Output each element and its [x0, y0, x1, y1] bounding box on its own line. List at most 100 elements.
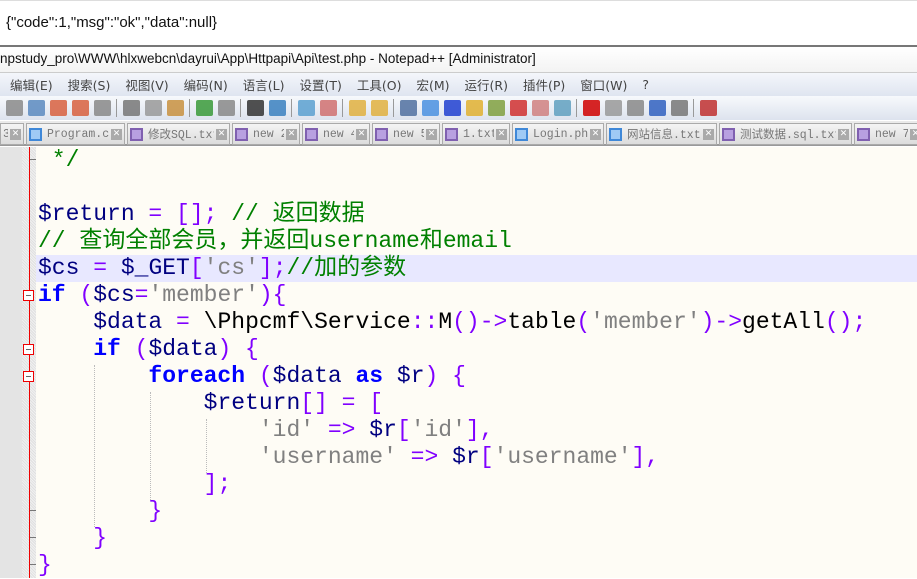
- undo-icon[interactable]: [195, 100, 213, 116]
- tab-label: Login.php: [533, 127, 588, 141]
- code-token: foreach: [148, 363, 246, 389]
- code-token: ) {: [217, 336, 259, 362]
- tab[interactable]: new 7✕: [854, 123, 917, 145]
- fold-toggle-icon[interactable]: [23, 371, 34, 382]
- code-token: (: [120, 336, 149, 362]
- cut-icon[interactable]: [122, 100, 140, 116]
- tab-close-icon[interactable]: ✕: [356, 128, 367, 140]
- fold-end-marker: [30, 564, 36, 565]
- tab[interactable]: 网站信息.txt ✕: [606, 123, 717, 145]
- folder-icon[interactable]: [531, 100, 549, 116]
- code-token: $r: [452, 444, 480, 470]
- json-response-text: {"code":1,"msg":"ok","data":null}: [6, 14, 218, 31]
- fold-toggle-icon[interactable]: [23, 344, 34, 355]
- sync-horizontal-icon[interactable]: [370, 100, 388, 116]
- tab[interactable]: 修改SQL.txt ✕: [127, 123, 230, 145]
- indent-guide: [94, 365, 95, 527]
- doc-map-icon[interactable]: [487, 100, 505, 116]
- code-editor[interactable]: */ $return = []; // 返回数据// 查询全部会员，并返回user…: [0, 147, 917, 578]
- code-token: $_GET: [120, 255, 190, 281]
- replace-icon[interactable]: [268, 100, 286, 116]
- menu-item[interactable]: 窗口(W): [580, 75, 627, 94]
- code-token: $return: [203, 390, 301, 416]
- tab-close-icon[interactable]: ✕: [590, 128, 601, 140]
- save-icon[interactable]: [5, 100, 23, 116]
- save-macro-icon[interactable]: [670, 100, 688, 116]
- code-token: 'member': [148, 282, 259, 308]
- indent-guide-icon[interactable]: [443, 100, 461, 116]
- fold-end-marker: [30, 159, 36, 160]
- tab-close-icon[interactable]: ✕: [910, 128, 917, 140]
- tab[interactable]: new 2✕: [232, 123, 300, 145]
- code-line: 'username' => $r['username'],: [36, 444, 917, 471]
- tab-close-icon[interactable]: ✕: [426, 128, 437, 140]
- save-all-icon[interactable]: [27, 100, 45, 116]
- zoom-in-icon[interactable]: [297, 100, 315, 116]
- show-all-chars-icon[interactable]: [421, 100, 439, 116]
- tab-label: 网站信息.txt: [627, 129, 701, 142]
- print-icon[interactable]: [93, 100, 111, 116]
- tab[interactable]: Login.php✕: [512, 123, 604, 145]
- tab[interactable]: 1.txt✕: [442, 123, 510, 145]
- menu-item[interactable]: 运行(R): [465, 75, 508, 94]
- tab-close-icon[interactable]: ✕: [286, 128, 297, 140]
- menu-item[interactable]: 搜索(S): [68, 75, 111, 94]
- tab[interactable]: 测试数据.sql.txt ✕: [719, 123, 852, 145]
- paste-icon[interactable]: [166, 100, 184, 116]
- redo-icon[interactable]: [217, 100, 235, 116]
- tab-label: 1.txt: [463, 127, 494, 141]
- toolbar-separator: [116, 99, 117, 117]
- tab[interactable]: Program.cs✕: [26, 123, 125, 145]
- fold-toggle-icon[interactable]: [23, 290, 34, 301]
- spell-check-icon[interactable]: [699, 100, 717, 116]
- zoom-out-icon[interactable]: [319, 100, 337, 116]
- word-wrap-icon[interactable]: [399, 100, 417, 116]
- menu-item[interactable]: 编辑(E): [10, 75, 53, 94]
- menu-item[interactable]: 插件(P): [523, 75, 565, 94]
- code-token: 'cs': [203, 255, 259, 281]
- menu-item[interactable]: 视图(V): [125, 75, 168, 94]
- tab[interactable]: 3✕: [0, 123, 24, 145]
- function-list-icon[interactable]: [509, 100, 527, 116]
- code-token: $r: [396, 363, 425, 389]
- menu-item[interactable]: ?: [642, 77, 649, 92]
- code-token: table: [507, 309, 577, 335]
- monitor-icon[interactable]: [553, 100, 571, 116]
- record-macro-icon[interactable]: [582, 100, 600, 116]
- code-token: ];: [258, 255, 287, 281]
- indent-guide: [206, 419, 207, 473]
- find-icon[interactable]: [246, 100, 264, 116]
- fold-end-marker: [30, 537, 36, 538]
- tab-label: new 7: [875, 127, 908, 141]
- code-line: 'id' => $r['id'],: [36, 417, 917, 444]
- tab-close-icon[interactable]: ✕: [496, 128, 507, 140]
- code-line: ];: [36, 471, 917, 498]
- run-macro-multiple-icon[interactable]: [648, 100, 666, 116]
- code-token: $r: [369, 417, 397, 443]
- code-token: \Phpcmf\Service: [203, 309, 411, 335]
- tab[interactable]: new 4✕: [302, 123, 370, 145]
- menu-item[interactable]: 编码(N): [184, 75, 228, 94]
- close-icon[interactable]: [49, 100, 67, 116]
- menu-item[interactable]: 工具(O): [357, 75, 402, 94]
- copy-icon[interactable]: [144, 100, 162, 116]
- tab[interactable]: new 5✕: [372, 123, 440, 145]
- code-token: =>: [314, 417, 370, 443]
- code-token: getAll: [742, 309, 825, 335]
- tab-close-icon[interactable]: ✕: [703, 128, 714, 140]
- tab-close-icon[interactable]: ✕: [838, 128, 849, 140]
- stop-macro-icon[interactable]: [604, 100, 622, 116]
- close-all-icon[interactable]: [71, 100, 89, 116]
- play-macro-icon[interactable]: [626, 100, 644, 116]
- tab-close-icon[interactable]: ✕: [10, 128, 21, 140]
- menu-item[interactable]: 语言(L): [243, 75, 285, 94]
- menu-item[interactable]: 设置(T): [300, 75, 342, 94]
- user-lang-icon[interactable]: [465, 100, 483, 116]
- sync-vertical-icon[interactable]: [348, 100, 366, 116]
- menu-item[interactable]: 宏(M): [416, 75, 449, 94]
- tab-close-icon[interactable]: ✕: [111, 128, 122, 140]
- tab-close-icon[interactable]: ✕: [216, 128, 227, 140]
